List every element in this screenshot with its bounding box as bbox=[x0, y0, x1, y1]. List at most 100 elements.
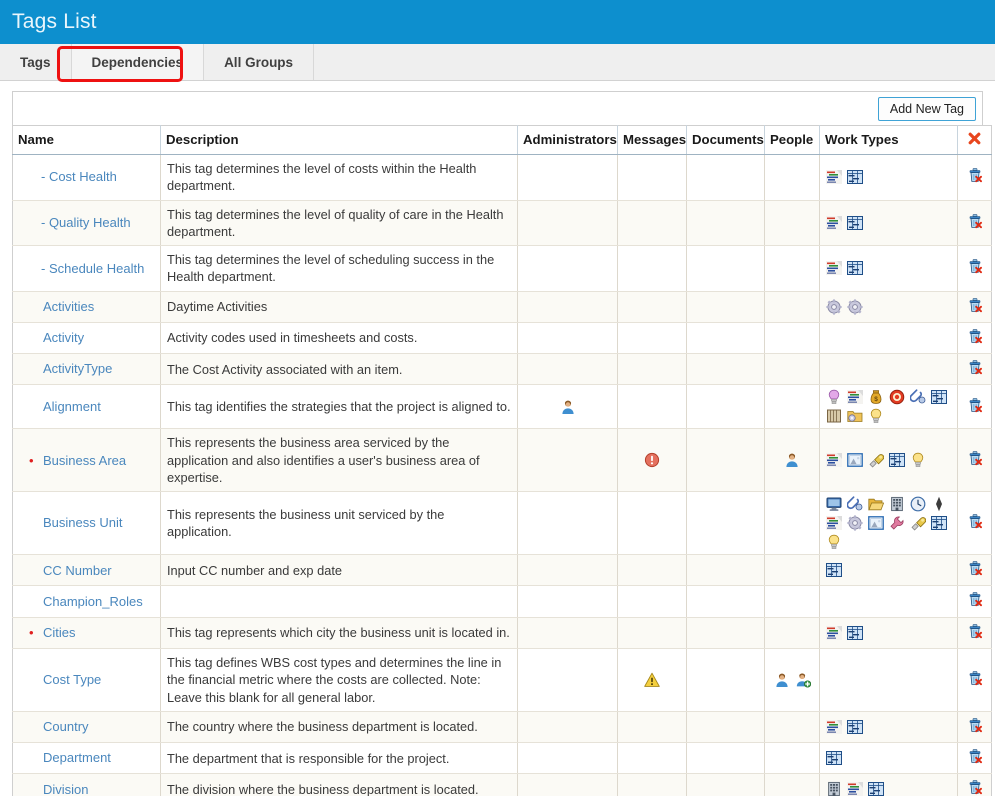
gantt-icon[interactable] bbox=[826, 515, 842, 531]
plug-icon[interactable] bbox=[910, 515, 926, 531]
tag-name-link[interactable]: Champion_Roles bbox=[27, 593, 143, 611]
tag-name-link[interactable]: Cities bbox=[27, 624, 76, 642]
delete-trash-icon[interactable] bbox=[967, 591, 983, 607]
tag-name-link[interactable]: Activity bbox=[27, 329, 84, 347]
grid-blue-icon[interactable] bbox=[826, 750, 842, 766]
gear-icon[interactable] bbox=[826, 299, 842, 315]
gantt-icon[interactable] bbox=[826, 452, 842, 468]
alert-red-icon[interactable] bbox=[644, 452, 660, 468]
gantt-icon[interactable] bbox=[847, 389, 863, 405]
delete-trash-icon[interactable] bbox=[967, 670, 983, 686]
delete-trash-icon[interactable] bbox=[967, 717, 983, 733]
grid-blue-icon[interactable] bbox=[847, 625, 863, 641]
column-header-name[interactable]: Name bbox=[12, 125, 161, 155]
tag-name-link[interactable]: - Cost Health bbox=[27, 168, 117, 186]
person-icon[interactable] bbox=[560, 399, 576, 415]
plug-icon[interactable] bbox=[868, 452, 884, 468]
warning-yellow-icon[interactable] bbox=[644, 672, 660, 688]
column-header-people[interactable]: People bbox=[764, 125, 820, 155]
grid-blue-icon[interactable] bbox=[847, 169, 863, 185]
gantt-icon[interactable] bbox=[826, 215, 842, 231]
delete-trash-icon[interactable] bbox=[967, 397, 983, 413]
grid-blue-icon[interactable] bbox=[931, 515, 947, 531]
tab-dependencies[interactable]: Dependencies bbox=[71, 44, 205, 80]
tag-name-link[interactable]: Department bbox=[27, 749, 111, 767]
cell-work-types-icons bbox=[826, 215, 951, 231]
monitor-icon[interactable] bbox=[826, 496, 842, 512]
column-header-documents[interactable]: Documents bbox=[686, 125, 765, 155]
target-icon[interactable] bbox=[889, 389, 905, 405]
cell-name: CC Number bbox=[12, 554, 161, 587]
diamond-icon[interactable] bbox=[931, 496, 947, 512]
column-header-messages[interactable]: Messages bbox=[617, 125, 687, 155]
lightbulb-yellow-icon[interactable] bbox=[826, 534, 842, 550]
clip-icon[interactable] bbox=[910, 389, 926, 405]
table-row: Department The department that is respons… bbox=[12, 742, 992, 775]
picture-icon[interactable] bbox=[868, 515, 884, 531]
delete-trash-icon[interactable] bbox=[967, 328, 983, 344]
gantt-icon[interactable] bbox=[826, 625, 842, 641]
delete-trash-icon[interactable] bbox=[967, 748, 983, 764]
grid-blue-icon[interactable] bbox=[847, 719, 863, 735]
grid-blue-icon[interactable] bbox=[868, 781, 884, 796]
column-header-administrators[interactable]: Administrators bbox=[517, 125, 618, 155]
tag-name-link[interactable]: ActivityType bbox=[27, 360, 112, 378]
gantt-icon[interactable] bbox=[826, 260, 842, 276]
delete-trash-icon[interactable] bbox=[967, 513, 983, 529]
gears-icon[interactable] bbox=[847, 515, 863, 531]
person-icon[interactable] bbox=[774, 672, 790, 688]
gantt-icon[interactable] bbox=[826, 719, 842, 735]
tag-name-link[interactable]: Cost Type bbox=[27, 671, 101, 689]
lightbulb-purple-icon[interactable] bbox=[826, 389, 842, 405]
delete-trash-icon[interactable] bbox=[967, 258, 983, 274]
building-icon[interactable] bbox=[889, 496, 905, 512]
money-bag-icon[interactable]: $ bbox=[868, 389, 884, 405]
cell-description: Daytime Activities bbox=[160, 291, 518, 323]
tag-name-link[interactable]: Alignment bbox=[27, 398, 101, 416]
grid-blue-icon[interactable] bbox=[826, 562, 842, 578]
grid-blue-icon[interactable] bbox=[847, 215, 863, 231]
tag-name-link[interactable]: CC Number bbox=[27, 562, 112, 580]
cell-work-types bbox=[819, 617, 958, 649]
book-icon[interactable] bbox=[826, 408, 842, 424]
gantt-icon[interactable] bbox=[847, 781, 863, 796]
delete-trash-icon[interactable] bbox=[967, 450, 983, 466]
required-dot-icon: • bbox=[29, 452, 34, 468]
tag-name-link[interactable]: - Quality Health bbox=[27, 214, 131, 232]
folder-gear-icon[interactable] bbox=[847, 408, 863, 424]
clock-icon[interactable] bbox=[910, 496, 926, 512]
grid-blue-icon[interactable] bbox=[889, 452, 905, 468]
delete-trash-icon[interactable] bbox=[967, 213, 983, 229]
column-header-work-types[interactable]: Work Types bbox=[819, 125, 958, 155]
person-add-icon[interactable] bbox=[795, 672, 811, 688]
tag-name-link[interactable]: Business Area bbox=[27, 452, 126, 470]
delete-trash-icon[interactable] bbox=[967, 297, 983, 313]
building-icon[interactable] bbox=[826, 781, 842, 796]
cell-messages bbox=[617, 200, 687, 247]
tab-tags[interactable]: Tags bbox=[0, 44, 72, 80]
lightbulb-yellow-icon[interactable] bbox=[868, 408, 884, 424]
grid-blue-icon[interactable] bbox=[847, 260, 863, 276]
gantt-icon[interactable] bbox=[826, 169, 842, 185]
delete-trash-icon[interactable] bbox=[967, 167, 983, 183]
delete-trash-icon[interactable] bbox=[967, 359, 983, 375]
tag-name-link[interactable]: Division bbox=[27, 781, 89, 796]
add-new-tag-button[interactable]: Add New Tag bbox=[877, 96, 976, 121]
tab-all-groups[interactable]: All Groups bbox=[204, 44, 315, 80]
column-header-description[interactable]: Description bbox=[160, 125, 518, 155]
delete-trash-icon[interactable] bbox=[967, 779, 983, 795]
picture-icon[interactable] bbox=[847, 452, 863, 468]
tag-name-link[interactable]: Business Unit bbox=[27, 514, 122, 532]
grid-blue-icon[interactable] bbox=[931, 389, 947, 405]
tag-name-link[interactable]: - Schedule Health bbox=[27, 260, 144, 278]
tag-name-link[interactable]: Country bbox=[27, 718, 89, 736]
clip-icon[interactable] bbox=[847, 496, 863, 512]
delete-trash-icon[interactable] bbox=[967, 623, 983, 639]
gear-icon[interactable] bbox=[847, 299, 863, 315]
folder-open-icon[interactable] bbox=[868, 496, 884, 512]
wrench-pink-icon[interactable] bbox=[889, 515, 905, 531]
lightbulb-yellow-icon[interactable] bbox=[910, 452, 926, 468]
tag-name-link[interactable]: Activities bbox=[27, 298, 94, 316]
person-icon[interactable] bbox=[784, 452, 800, 468]
delete-trash-icon[interactable] bbox=[967, 560, 983, 576]
